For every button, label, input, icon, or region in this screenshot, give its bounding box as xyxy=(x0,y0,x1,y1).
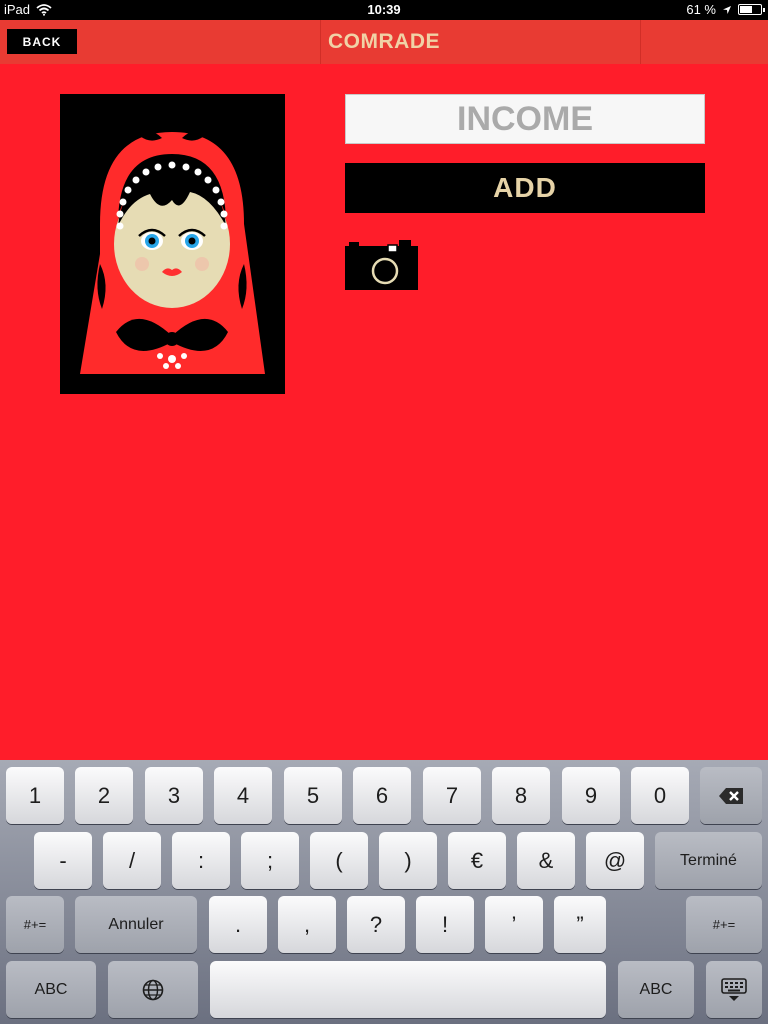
key-colon[interactable]: : xyxy=(172,832,230,889)
matryoshka-doll-image xyxy=(80,131,265,374)
back-button[interactable]: BACK xyxy=(7,29,77,54)
more-symbols-key-right[interactable]: #+= xyxy=(686,896,762,953)
key-1[interactable]: 1 xyxy=(6,767,64,824)
more-symbols-key-left[interactable]: #+= xyxy=(6,896,64,953)
key-open-paren[interactable]: ( xyxy=(310,832,368,889)
status-right: 61 % xyxy=(686,2,765,17)
key-dash[interactable]: - xyxy=(34,832,92,889)
battery-fill xyxy=(740,6,752,13)
key-euro[interactable]: € xyxy=(448,832,506,889)
key-quote[interactable]: ” xyxy=(554,896,606,953)
backspace-key[interactable] xyxy=(700,767,762,824)
key-6[interactable]: 6 xyxy=(353,767,411,824)
undo-key[interactable]: Annuler xyxy=(75,896,197,953)
keyboard-dismiss-icon xyxy=(721,977,747,1001)
key-period[interactable]: . xyxy=(209,896,267,953)
key-ampersand[interactable]: & xyxy=(517,832,575,889)
camera-icon[interactable] xyxy=(345,240,418,290)
location-arrow-icon xyxy=(723,5,731,14)
key-0[interactable]: 0 xyxy=(631,767,689,824)
key-4[interactable]: 4 xyxy=(214,767,272,824)
globe-icon xyxy=(142,979,164,1000)
key-question[interactable]: ? xyxy=(347,896,405,953)
key-3[interactable]: 3 xyxy=(145,767,203,824)
key-apostrophe[interactable]: ’ xyxy=(485,896,543,953)
nav-bar: BACK COMRADE xyxy=(0,20,768,64)
battery-percent: 61 % xyxy=(686,2,716,17)
done-key[interactable]: Terminé xyxy=(655,832,762,889)
key-9[interactable]: 9 xyxy=(562,767,620,824)
key-7[interactable]: 7 xyxy=(423,767,481,824)
abc-key-right[interactable]: ABC xyxy=(618,961,694,1018)
abc-key-left[interactable]: ABC xyxy=(6,961,96,1018)
add-button[interactable]: ADD xyxy=(345,163,705,213)
income-input[interactable] xyxy=(345,94,705,144)
profile-photo-frame[interactable] xyxy=(60,94,285,394)
status-bar: iPad 10:39 61 % xyxy=(0,0,768,20)
status-time: 10:39 xyxy=(367,2,401,17)
nav-divider xyxy=(640,20,641,64)
page-title: COMRADE xyxy=(328,30,440,53)
key-comma[interactable]: , xyxy=(278,896,336,953)
key-close-paren[interactable]: ) xyxy=(379,832,437,889)
key-exclamation[interactable]: ! xyxy=(416,896,474,953)
globe-key[interactable] xyxy=(108,961,198,1018)
battery-icon xyxy=(738,4,765,15)
space-key[interactable] xyxy=(210,961,606,1018)
key-slash[interactable]: / xyxy=(103,832,161,889)
main-content: ADD xyxy=(0,64,768,760)
key-8[interactable]: 8 xyxy=(492,767,550,824)
key-2[interactable]: 2 xyxy=(75,767,133,824)
key-semicolon[interactable]: ; xyxy=(241,832,299,889)
key-at[interactable]: @ xyxy=(586,832,644,889)
key-5[interactable]: 5 xyxy=(284,767,342,824)
backspace-icon xyxy=(719,787,743,804)
dismiss-keyboard-key[interactable] xyxy=(706,961,762,1018)
numeric-keyboard: 1 2 3 4 5 6 7 8 9 0 - / : ; ( ) € & @ Te… xyxy=(0,760,768,1024)
